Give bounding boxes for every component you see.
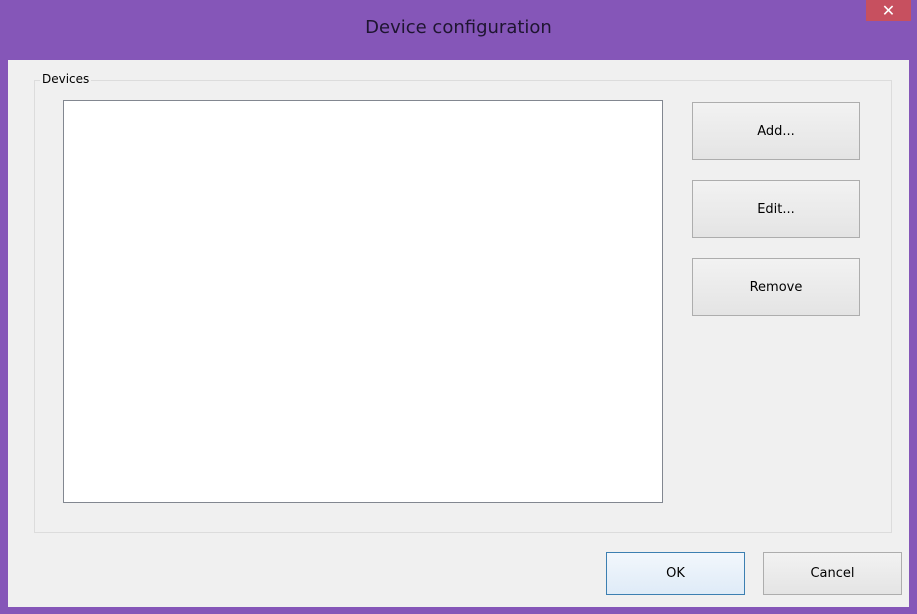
dialog-window: Device configuration ✕ Devices Add... Ed…	[0, 0, 917, 614]
edit-button-label: Edit...	[757, 201, 795, 217]
ok-button-label: OK	[666, 566, 685, 581]
close-icon: ✕	[881, 1, 896, 20]
cancel-button[interactable]: Cancel	[763, 552, 902, 595]
dialog-client-area: Devices Add... Edit... Remove OK Cancel	[8, 60, 909, 607]
window-title: Device configuration	[365, 17, 552, 38]
cancel-button-label: Cancel	[810, 566, 855, 581]
ok-button[interactable]: OK	[606, 552, 745, 595]
remove-button-label: Remove	[749, 279, 803, 295]
add-button-label: Add...	[757, 123, 795, 139]
edit-button[interactable]: Edit...	[692, 180, 860, 238]
devices-list[interactable]	[63, 100, 663, 503]
remove-button[interactable]: Remove	[692, 258, 860, 316]
devices-group-label: Devices	[40, 72, 92, 86]
add-button[interactable]: Add...	[692, 102, 860, 160]
title-bar[interactable]: Device configuration ✕	[0, 0, 917, 60]
close-button[interactable]: ✕	[866, 0, 911, 21]
